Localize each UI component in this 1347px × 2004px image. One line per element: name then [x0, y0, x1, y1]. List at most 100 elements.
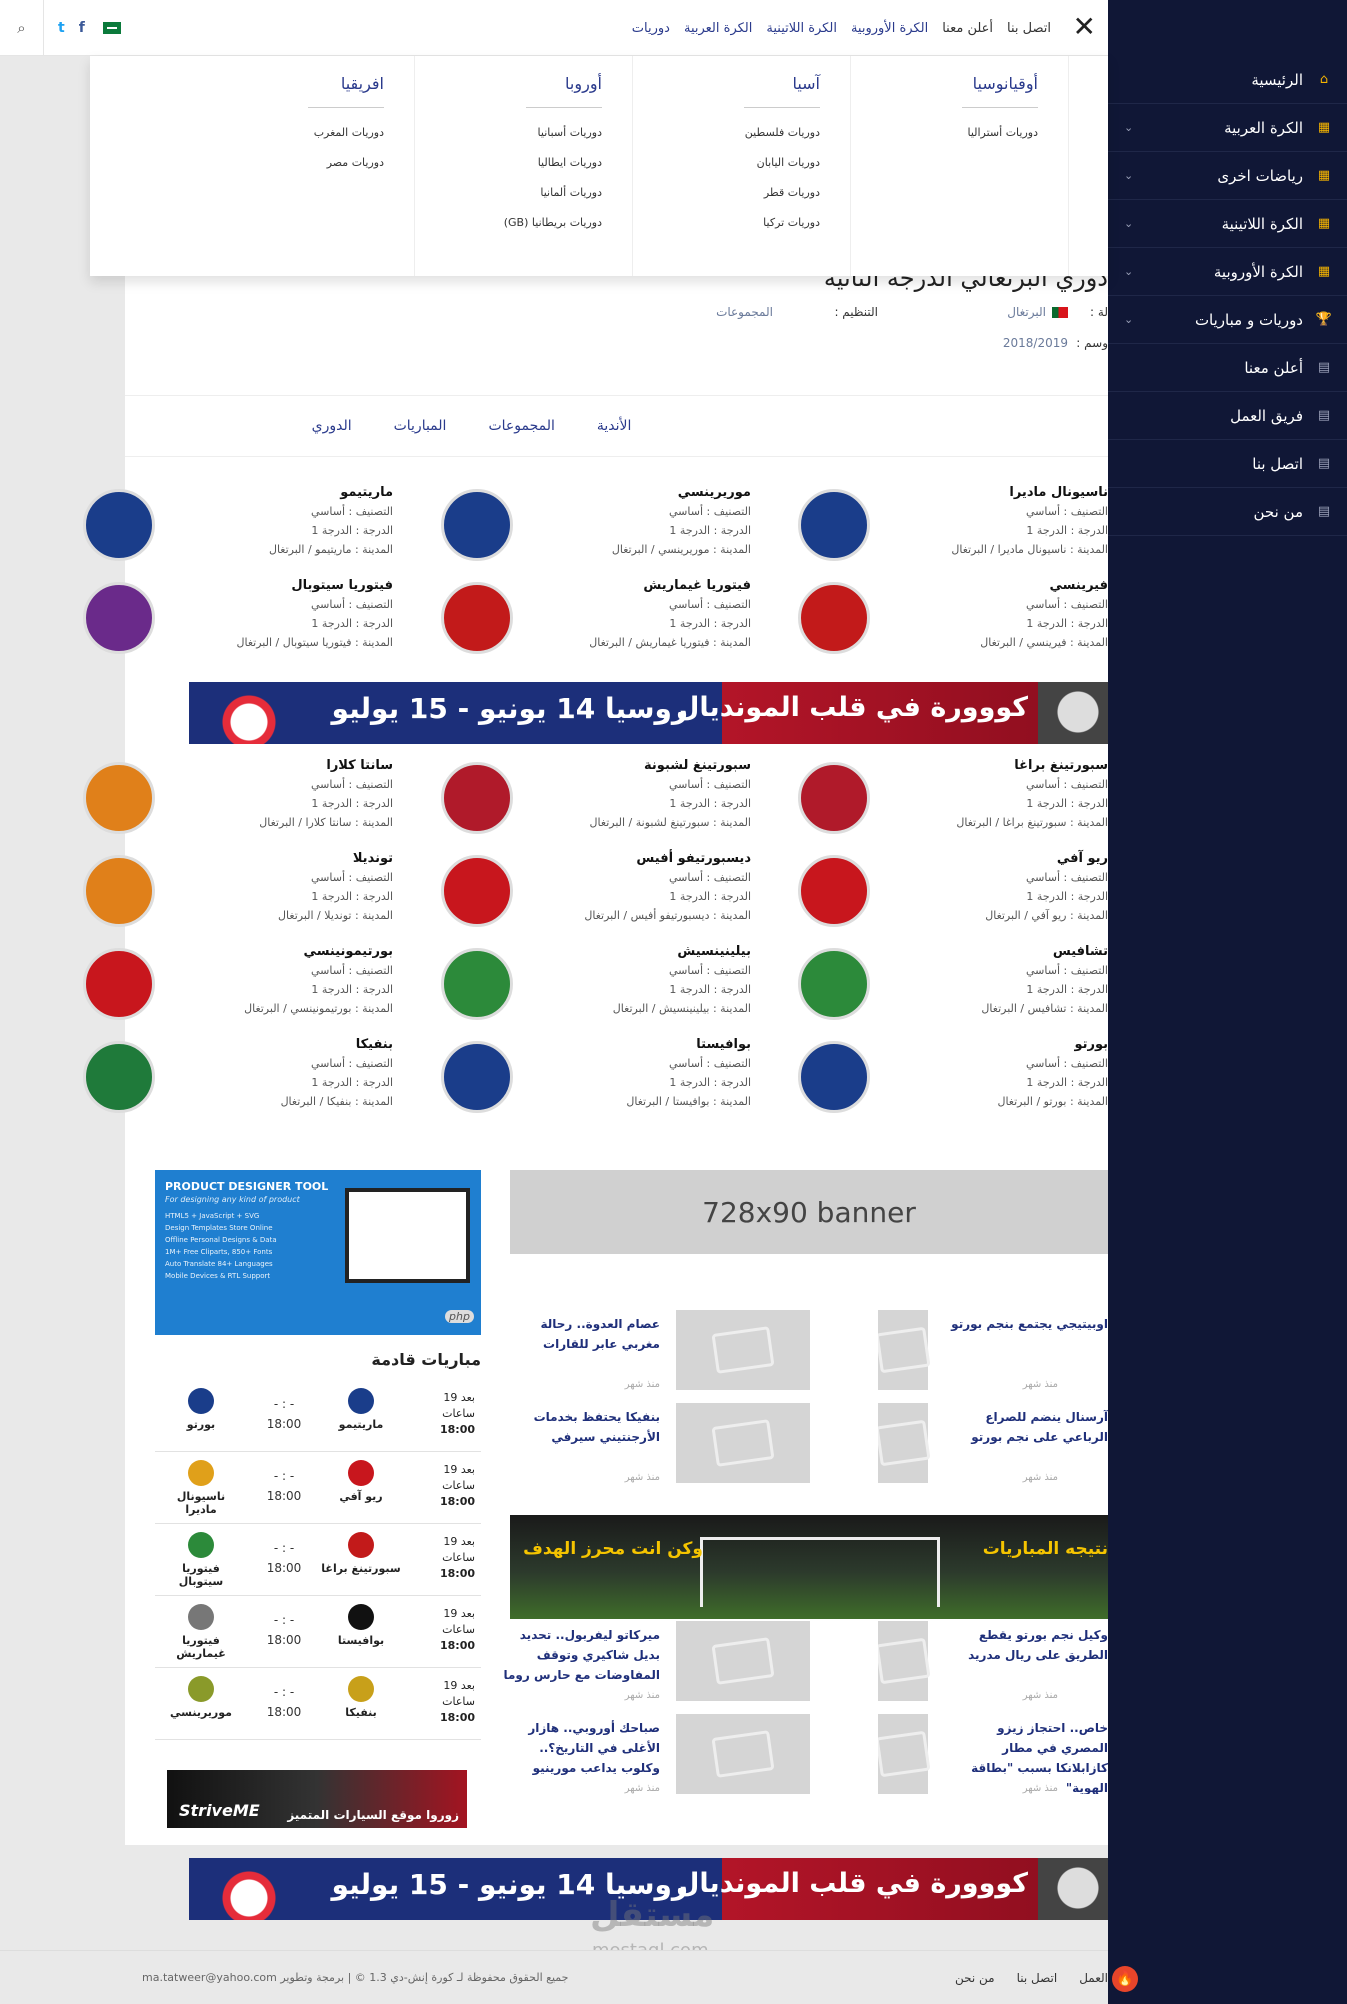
club-card[interactable]: بوافيستا التصنيف : أساسي الدرجة : الدرجة 1… — [421, 1037, 751, 1117]
top-nav-link[interactable]: الكرة العربية — [677, 21, 759, 36]
match-row[interactable]: بعد 19 ساعات 18:00 ريو آفي - : - 18:00 ناسيونا… — [155, 1452, 481, 1524]
top-nav-link[interactable]: أعلن معنا — [935, 21, 1000, 36]
mega-menu-link[interactable]: دوريات بريطانيا (GB) — [445, 208, 602, 238]
mega-menu-link[interactable]: دوريات ألمانيا — [445, 178, 602, 208]
mega-menu-heading[interactable]: افريقيا — [308, 74, 384, 108]
top-nav-link[interactable]: الكرة الأوروبية — [844, 21, 935, 36]
news-title[interactable]: وكيل نجم بورتو يقطع الطريق على ريال مدري… — [948, 1625, 1108, 1665]
mega-menu-link[interactable]: دوريات المغرب — [226, 118, 384, 148]
club-card[interactable]: بورتو التصنيف : أساسي الدرجة : الدرجة 1 الم… — [778, 1037, 1108, 1117]
club-card[interactable]: بيلينينسيش التصنيف : أساسي الدرجة : الدرجة… — [421, 944, 751, 1024]
club-card[interactable]: ماريتيمو التصنيف : أساسي الدرجة : الدرجة 1… — [63, 485, 393, 565]
twitter-icon[interactable]: t — [58, 20, 65, 36]
footer-link[interactable]: من نحن — [955, 1971, 995, 1985]
club-card[interactable]: فيتوريا سيتوبال التصنيف : أساسي الدرجة : ا… — [63, 578, 393, 658]
news-thumbnail[interactable] — [878, 1621, 931, 1701]
club-name[interactable]: بورتو — [1074, 1037, 1108, 1052]
sidebar-item[interactable]: ▦ الكرة الأوروبية ⌄ — [1108, 248, 1347, 296]
news-card[interactable]: صباحك أوروبي.. هازار الأغلى في التاريخ؟.… — [510, 1714, 810, 1794]
club-card[interactable]: بورتيمونينسي التصنيف : أساسي الدرجة : الدر… — [63, 944, 393, 1024]
mega-menu-link[interactable]: دوريات ايطاليا — [445, 148, 602, 178]
news-title[interactable]: عصام العدوة.. رحالة مغربي عابر للقارات — [500, 1314, 660, 1354]
club-name[interactable]: سبورتينغ لشبونة — [644, 758, 751, 773]
news-thumbnail[interactable] — [676, 1310, 810, 1390]
club-name[interactable]: تشافيس — [1053, 944, 1108, 959]
mega-menu-link[interactable]: دوريات مصر — [226, 148, 384, 178]
news-card[interactable]: خاص.. احتجاز زيزو المصري في مطار كازابلا… — [878, 1714, 1108, 1794]
club-card[interactable]: ناسيونال ماديرا التصنيف : أساسي الدرجة : ا… — [778, 485, 1108, 565]
away-team[interactable]: ناسيونال ماديرا — [161, 1460, 241, 1516]
club-name[interactable]: تونديلا — [353, 851, 393, 866]
news-card[interactable]: اوبيتيجي يجتمع بنجم بورتو منذ شهر — [878, 1310, 1108, 1390]
away-team[interactable]: بورتو — [161, 1388, 241, 1431]
sidebar-item[interactable]: ▤ فريق العمل — [1108, 392, 1347, 440]
away-team[interactable]: فيتوريا سيتوبال — [161, 1532, 241, 1588]
club-name[interactable]: بيلينينسيش — [677, 944, 751, 959]
fire-icon[interactable]: 🔥 — [1112, 1966, 1138, 1992]
news-title[interactable]: اوبيتيجي يجتمع بنجم بورتو — [948, 1314, 1108, 1334]
home-team[interactable]: بنفيكا — [321, 1676, 401, 1719]
mega-menu-link[interactable]: دوريات اليابان — [663, 148, 820, 178]
club-card[interactable]: سبورتينغ لشبونة التصنيف : أساسي الدرجة : ا… — [421, 758, 751, 838]
club-name[interactable]: ريو آفي — [1057, 851, 1108, 866]
club-name[interactable]: فيتوريا غيماريش — [643, 578, 751, 593]
predict-score-banner[interactable]: نتيجه المباريات وكن انت محرز الهدف — [510, 1515, 1108, 1619]
mega-menu-heading[interactable]: أوروبا — [526, 74, 602, 108]
news-thumbnail[interactable] — [878, 1403, 931, 1483]
club-card[interactable]: تشافيس التصنيف : أساسي الدرجة : الدرجة 1 ال… — [778, 944, 1108, 1024]
mega-menu-link[interactable]: دوريات تركيا — [663, 208, 820, 238]
footer-link[interactable]: اتصل بنا — [1017, 1971, 1058, 1985]
match-row[interactable]: بعد 19 ساعات 18:00 ماريتيمو - : - 18:00 بورتو — [155, 1380, 481, 1452]
mega-menu-link[interactable]: دوريات أستراليا — [881, 118, 1038, 148]
club-card[interactable]: تونديلا التصنيف : أساسي الدرجة : الدرجة 1 ا… — [63, 851, 393, 931]
news-thumbnail[interactable] — [676, 1621, 810, 1701]
news-thumbnail[interactable] — [676, 1403, 810, 1483]
mega-menu-heading[interactable]: أوقيانوسيا — [962, 74, 1038, 108]
news-card[interactable]: عصام العدوة.. رحالة مغربي عابر للقارات من… — [510, 1310, 810, 1390]
facebook-icon[interactable]: f — [79, 20, 85, 36]
news-card[interactable]: بنفيكا يحتفظ بخدمات الأرجنتيني سيرفي منذ … — [510, 1403, 810, 1483]
away-team[interactable]: فيتوريا غيماريش — [161, 1604, 241, 1660]
saudi-flag-icon[interactable] — [102, 22, 121, 34]
club-card[interactable]: سانتا كلارا التصنيف : أساسي الدرجة : الدرج… — [63, 758, 393, 838]
home-team[interactable]: ريو آفي — [321, 1460, 401, 1503]
club-name[interactable]: بورتيمونينسي — [304, 944, 393, 959]
home-team[interactable]: بوافيستا — [321, 1604, 401, 1647]
close-icon[interactable]: ✕ — [1073, 10, 1096, 43]
product-designer-ad[interactable]: PRODUCT DESIGNER TOOL For designing any … — [155, 1170, 481, 1335]
top-nav-link[interactable]: الكرة اللاتينية — [759, 21, 844, 36]
club-name[interactable]: سانتا كلارا — [326, 758, 393, 773]
club-name[interactable]: سبورتينغ براغا — [1014, 758, 1108, 773]
match-row[interactable]: بعد 19 ساعات 18:00 بوافيستا - : - 18:00 فيتوري… — [155, 1596, 481, 1668]
news-card[interactable]: وكيل نجم بورتو يقطع الطريق على ريال مدري… — [878, 1621, 1108, 1701]
match-row[interactable]: بعد 19 ساعات 18:00 بنفيكا - : - 18:00 موريرينس… — [155, 1668, 481, 1740]
news-card[interactable]: ميركاتو ليفربول.. تحديد بديل شاكيري وتوق… — [503, 1621, 810, 1701]
sidebar-item[interactable]: ▦ رياضات اخرى ⌄ — [1108, 152, 1347, 200]
club-card[interactable]: بنفيكا التصنيف : أساسي الدرجة : الدرجة 1 ال… — [63, 1037, 393, 1117]
sidebar-item[interactable]: ⌂ الرئيسية — [1108, 56, 1347, 104]
mega-menu-link[interactable]: دوريات أسبانيا — [445, 118, 602, 148]
club-name[interactable]: فيتوريا سيتوبال — [291, 578, 393, 593]
sidebar-item[interactable]: ▤ أعلن معنا — [1108, 344, 1347, 392]
club-card[interactable]: موريرينسي التصنيف : أساسي الدرجة : الدرجة … — [421, 485, 751, 565]
club-card[interactable]: فيتوريا غيماريش التصنيف : أساسي الدرجة : ا… — [421, 578, 751, 658]
banner-728x90[interactable]: 728x90 banner — [510, 1170, 1108, 1254]
top-nav-link[interactable]: اتصل بنا — [1000, 21, 1058, 36]
club-card[interactable]: سبورتينغ براغا التصنيف : أساسي الدرجة : ال… — [778, 758, 1108, 838]
sidebar-item[interactable]: ▦ الكرة العربية ⌄ — [1108, 104, 1347, 152]
top-nav-link[interactable]: دوريات — [625, 21, 677, 36]
home-team[interactable]: سبورتينغ براغا — [321, 1532, 401, 1575]
home-team[interactable]: ماريتيمو — [321, 1388, 401, 1431]
club-name[interactable]: فيرينسي — [1050, 578, 1108, 593]
news-title[interactable]: صباحك أوروبي.. هازار الأغلى في التاريخ؟.… — [500, 1718, 660, 1778]
league-tab[interactable]: المباريات — [394, 418, 447, 434]
news-title[interactable]: آرسنال ينضم للصراع الرباعي على نجم بورتو — [948, 1407, 1108, 1447]
news-thumbnail[interactable] — [878, 1714, 931, 1794]
league-tab[interactable]: الأندية — [597, 418, 632, 434]
mega-menu-heading[interactable]: آسيا — [744, 74, 820, 108]
mega-menu-link[interactable]: دوريات قطر — [663, 178, 820, 208]
search-icon[interactable]: ⌕ — [0, 0, 44, 56]
sidebar-item[interactable]: ▤ من نحن — [1108, 488, 1347, 536]
match-row[interactable]: بعد 19 ساعات 18:00 سبورتينغ براغا - : - 18:00… — [155, 1524, 481, 1596]
club-name[interactable]: ماريتيمو — [340, 485, 393, 500]
